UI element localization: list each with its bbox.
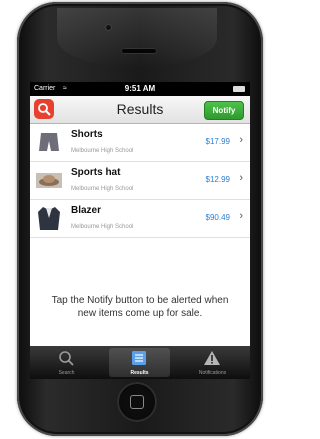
- item-price: $90.49: [205, 213, 230, 222]
- notify-button[interactable]: Notify: [204, 101, 244, 120]
- tab-notifications[interactable]: Notifications: [176, 346, 249, 379]
- warning-icon: [204, 351, 220, 365]
- list-item[interactable]: Sports hat Melbourne High School $12.99 …: [30, 162, 250, 200]
- chevron-right-icon: ›: [239, 172, 243, 184]
- item-subtitle: Melbourne High School: [71, 186, 134, 192]
- item-title: Sports hat: [71, 167, 121, 178]
- status-bar: Carrier ≈ 9:51 AM: [30, 82, 250, 96]
- screen: Carrier ≈ 9:51 AM Results Notify Shorts …: [30, 82, 250, 379]
- list-item[interactable]: Blazer Melbourne High School $90.49 ›: [30, 200, 250, 238]
- item-subtitle: Melbourne High School: [71, 224, 134, 230]
- notify-hint-text: Tap the Notify button to be alerted when…: [51, 295, 229, 319]
- navigation-bar: Results Notify: [30, 96, 250, 124]
- status-time: 9:51 AM: [124, 84, 156, 93]
- item-title: Shorts: [71, 129, 103, 140]
- tab-label: Search: [58, 370, 75, 376]
- battery-icon: [233, 86, 245, 92]
- results-list-icon: [132, 351, 146, 365]
- home-button[interactable]: [117, 382, 157, 422]
- tab-label: Results: [130, 370, 149, 376]
- item-title: Blazer: [71, 205, 102, 216]
- shorts-thumbnail-icon: [35, 128, 63, 156]
- item-price: $12.99: [205, 175, 230, 184]
- tab-bar: Search Results Notifications: [30, 346, 250, 379]
- item-price: $17.99: [205, 137, 230, 146]
- chevron-right-icon: ›: [239, 134, 243, 146]
- search-icon: [59, 351, 74, 366]
- blazer-thumbnail-icon: [35, 204, 63, 232]
- results-list: Shorts Melbourne High School $17.99 › Sp…: [30, 124, 250, 238]
- phone-frame: Carrier ≈ 9:51 AM Results Notify Shorts …: [17, 2, 263, 436]
- glass-glare: [57, 8, 217, 68]
- tab-results[interactable]: Results: [103, 346, 176, 379]
- tab-search[interactable]: Search: [30, 346, 103, 379]
- chevron-right-icon: ›: [239, 210, 243, 222]
- hat-thumbnail-icon: [35, 166, 63, 194]
- tab-label: Notifications: [198, 370, 227, 376]
- front-camera: [105, 24, 112, 31]
- list-item[interactable]: Shorts Melbourne High School $17.99 ›: [30, 124, 250, 162]
- earpiece-speaker: [121, 48, 157, 54]
- item-subtitle: Melbourne High School: [71, 148, 134, 154]
- home-square-icon: [130, 395, 144, 409]
